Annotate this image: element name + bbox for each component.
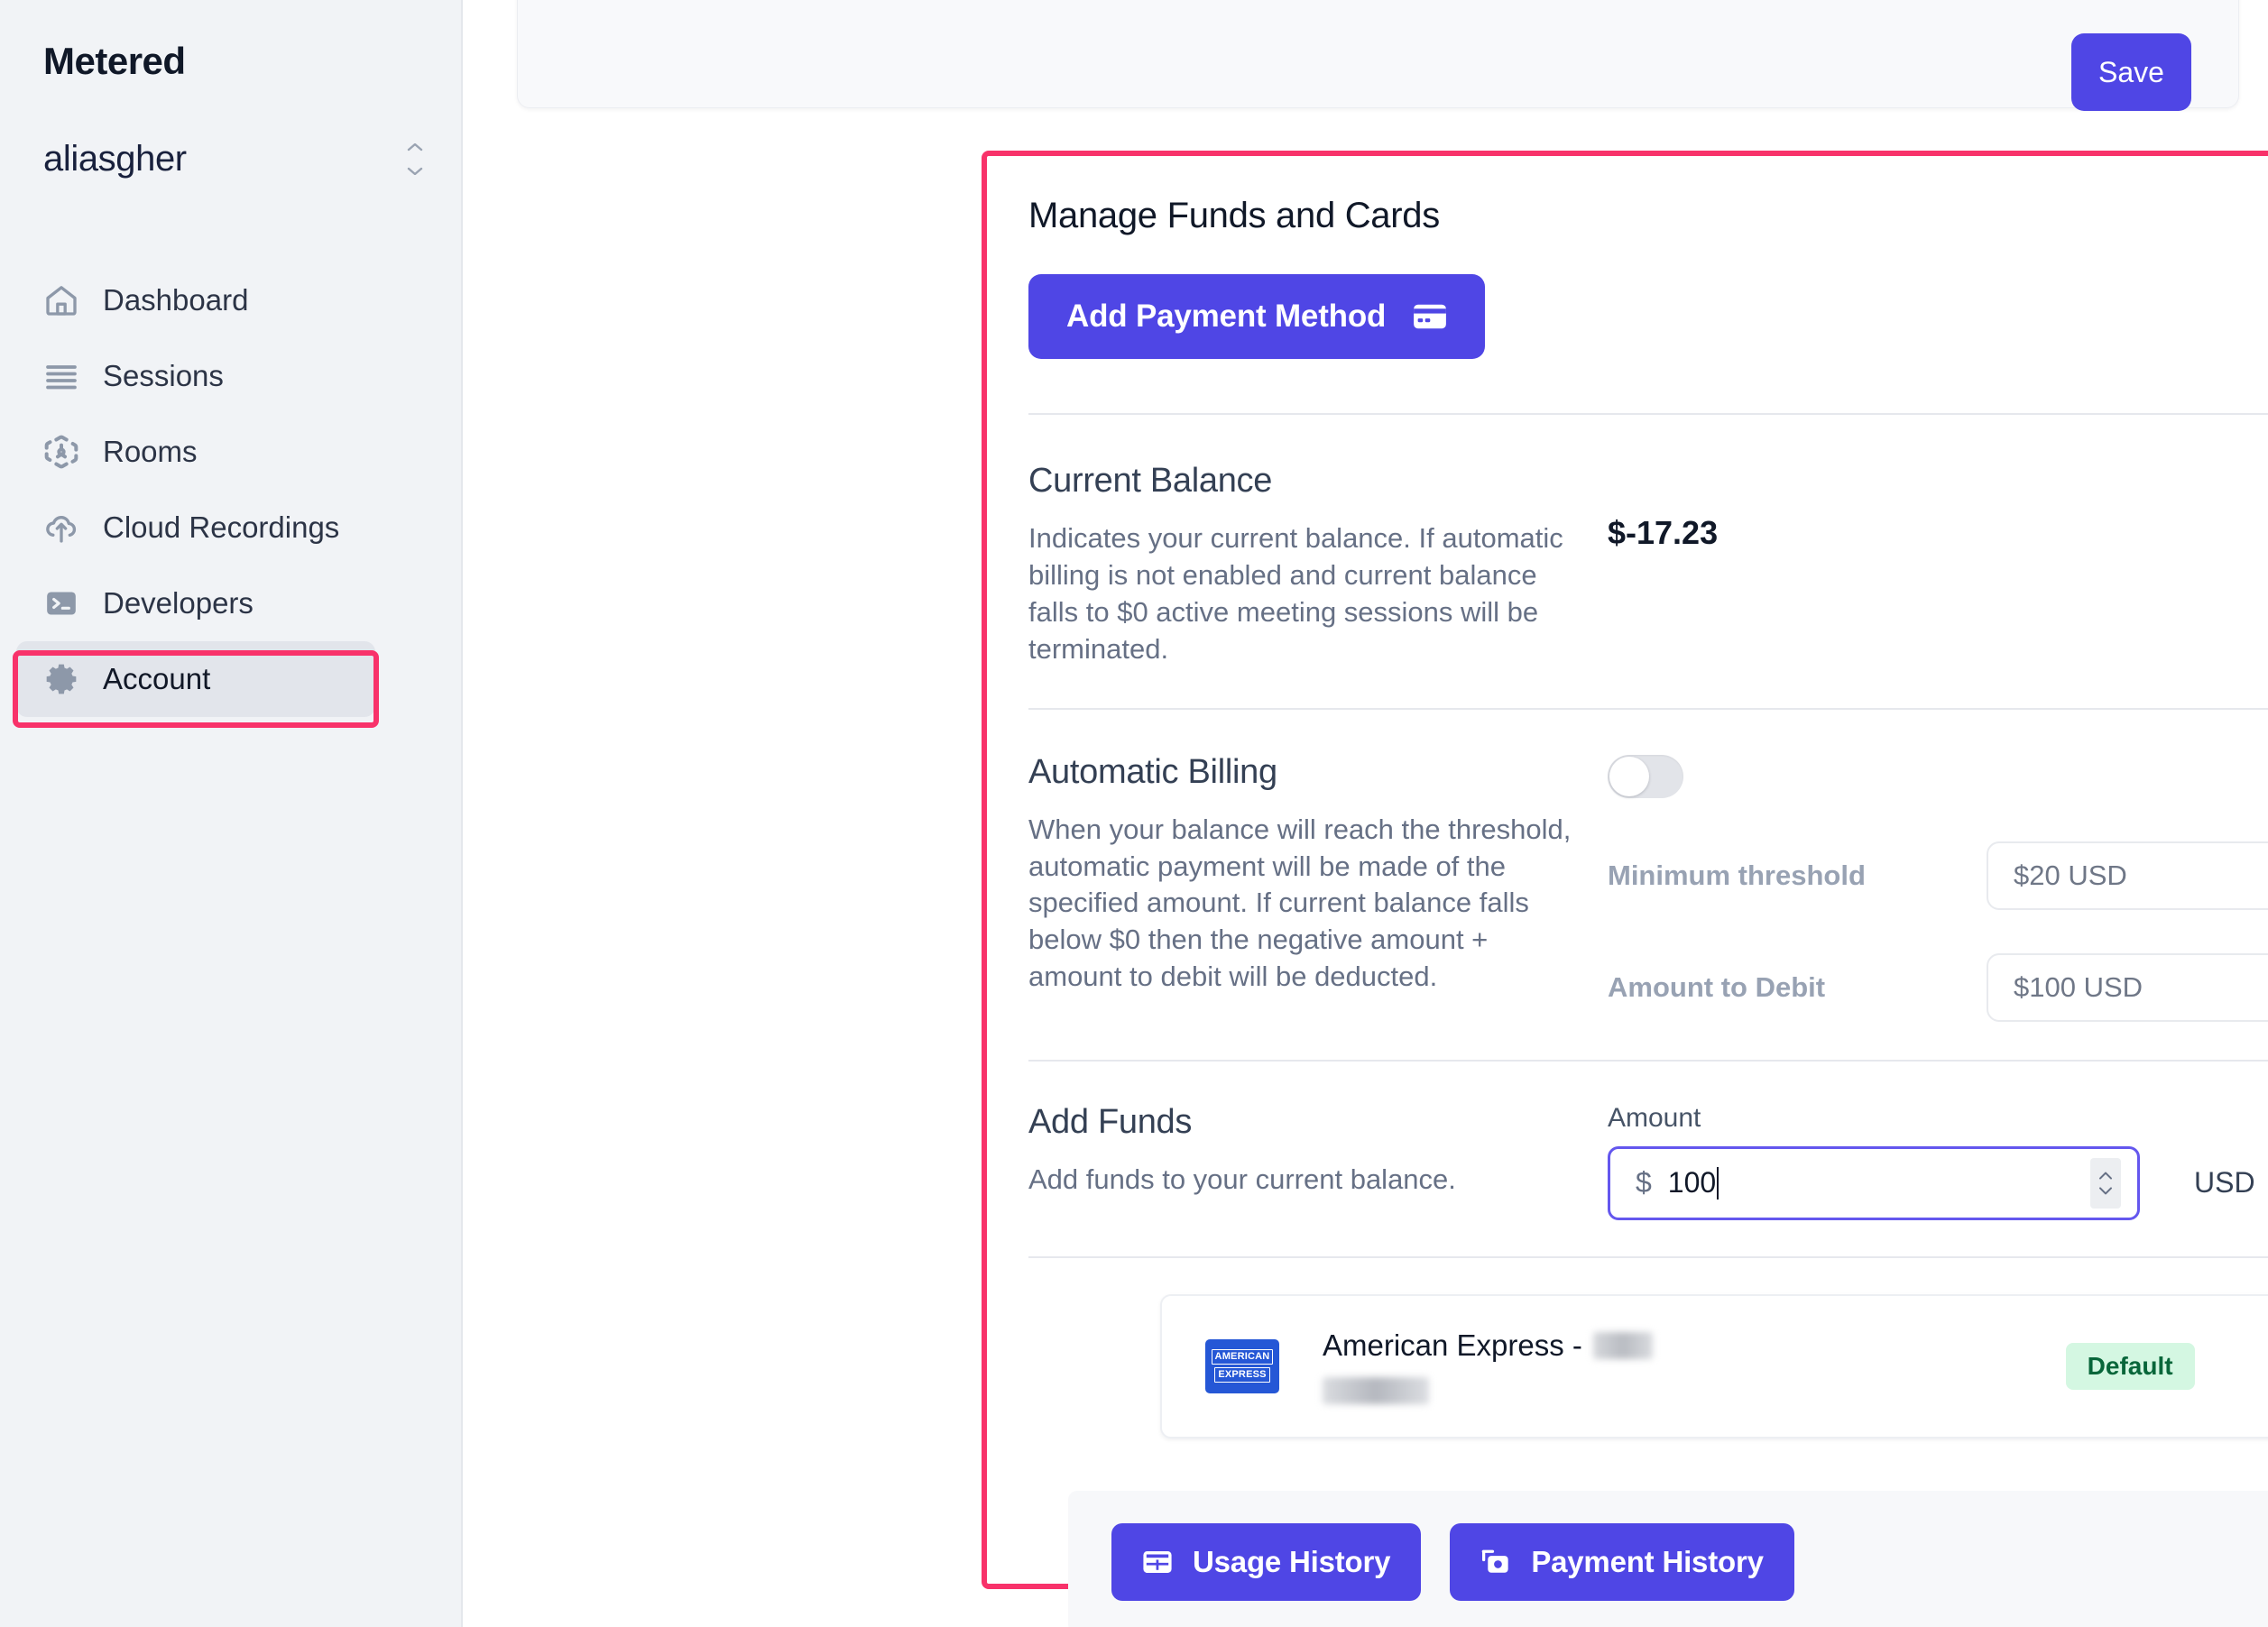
org-name: aliasgher	[43, 139, 187, 179]
history-actions-bar: Usage History Payment History	[1068, 1490, 2268, 1627]
list-icon	[41, 356, 81, 396]
save-button[interactable]: Save	[2071, 33, 2191, 111]
brand-title: Metered	[43, 40, 186, 82]
sidebar-item-label: Developers	[103, 586, 254, 620]
home-icon	[41, 280, 81, 320]
automatic-billing-section: Automatic Billing When your balance will…	[1028, 710, 2268, 1060]
amount-to-debit-select[interactable]: $100 USD	[1987, 952, 2268, 1022]
automatic-billing-heading: Automatic Billing	[1028, 752, 1277, 791]
current-balance-value: $-17.23	[1608, 514, 1719, 551]
table-grid-icon	[1142, 1549, 1173, 1576]
automatic-billing-toggle[interactable]	[1608, 754, 1683, 798]
amex-card-icon: AMERICAN EXPRESS	[1205, 1338, 1279, 1393]
usage-history-label: Usage History	[1193, 1544, 1391, 1578]
sidebar-item-label: Sessions	[103, 359, 224, 392]
sidebar-item-account[interactable]: Account	[16, 641, 375, 717]
currency-prefix: $	[1636, 1166, 1652, 1200]
app-root: Metered aliasgher Dashboard Sessions Roo…	[0, 0, 2268, 1627]
current-balance-heading: Current Balance	[1028, 462, 1273, 500]
page-title: Manage Funds and Cards	[1028, 196, 1440, 235]
sidebar-item-rooms[interactable]: Rooms	[16, 414, 375, 490]
gear-icon	[41, 659, 81, 699]
sidebar-item-dashboard[interactable]: Dashboard	[16, 262, 375, 338]
stacked-cards-icon	[1480, 1549, 1511, 1576]
redacted-card-expiry	[1323, 1376, 1429, 1404]
amount-to-debit-label: Amount to Debit	[1608, 970, 1826, 1003]
credit-card-icon	[1413, 304, 1447, 329]
minimum-threshold-select[interactable]: $20 USD	[1987, 841, 2268, 910]
sidebar-item-cloud-recordings[interactable]: Cloud Recordings	[16, 490, 375, 565]
sidebar-item-label: Rooms	[103, 435, 198, 468]
add-funds-heading: Add Funds	[1028, 1102, 1193, 1141]
minimum-threshold-value: $20 USD	[2014, 859, 2127, 891]
automatic-billing-description: When your balance will reach the thresho…	[1028, 813, 1572, 993]
main-content: Save Manage Funds and Cards Add Payment …	[463, 0, 2268, 1627]
top-settings-card: Save	[517, 0, 2239, 111]
amex-line-2: EXPRESS	[1214, 1367, 1270, 1383]
current-balance-description: Indicates your current balance. If autom…	[1028, 522, 1563, 665]
add-payment-method-button[interactable]: Add Payment Method	[1028, 274, 1486, 359]
payment-methods-list: AMERICAN EXPRESS American Express - Defa…	[1028, 1258, 2268, 1439]
amount-value: 100	[1667, 1166, 1717, 1200]
card-brand-name: American Express -	[1323, 1328, 1582, 1362]
status-badge: Default	[2065, 1342, 2195, 1390]
add-funds-section: Add Funds Add funds to your current bala…	[1028, 1062, 2268, 1256]
amount-label: Amount	[1608, 1102, 1701, 1133]
usage-history-button[interactable]: Usage History	[1111, 1522, 1422, 1601]
minimum-threshold-label: Minimum threshold	[1608, 859, 1866, 891]
amount-to-debit-value: $100 USD	[2014, 970, 2144, 1003]
sidebar-item-label: Dashboard	[103, 283, 249, 317]
list-item[interactable]: AMERICAN EXPRESS American Express - Defa…	[1160, 1293, 2268, 1439]
amount-to-debit-row: Amount to Debit $100 USD	[1608, 952, 2268, 1022]
add-funds-description: Add funds to your current balance.	[1028, 1163, 1456, 1195]
sidebar-item-label: Cloud Recordings	[103, 510, 340, 544]
current-balance-section: Current Balance Indicates your current b…	[1028, 415, 2268, 708]
org-switcher[interactable]: aliasgher	[43, 139, 427, 179]
chevron-updown-icon	[403, 143, 427, 175]
payment-history-label: Payment History	[1531, 1544, 1764, 1578]
text-caret	[1717, 1166, 1719, 1200]
add-payment-method-label: Add Payment Method	[1066, 299, 1387, 334]
terminal-icon	[41, 584, 81, 623]
quantity-stepper[interactable]	[2090, 1157, 2121, 1209]
sidebar-item-sessions[interactable]: Sessions	[16, 338, 375, 414]
payment-history-button[interactable]: Payment History	[1450, 1522, 1794, 1601]
currency-suffix: USD	[2194, 1166, 2255, 1200]
sidebar-item-developers[interactable]: Developers	[16, 565, 375, 641]
sidebar-item-label: Account	[103, 662, 211, 695]
sidebar-nav: Dashboard Sessions Rooms Cloud Recording…	[0, 262, 461, 717]
amex-line-1: AMERICAN	[1211, 1349, 1274, 1365]
redacted-card-number	[1592, 1331, 1653, 1359]
amount-input[interactable]: $ 100	[1608, 1145, 2140, 1220]
manage-funds-panel: Manage Funds and Cards Add Payment Metho…	[982, 151, 2268, 1627]
card-details: American Express -	[1323, 1328, 2066, 1404]
cloud-upload-icon	[41, 508, 81, 547]
toggle-knob	[1609, 756, 1649, 796]
minimum-threshold-row: Minimum threshold $20 USD	[1608, 841, 2268, 910]
rooms-network-icon	[41, 432, 81, 472]
sidebar: Metered aliasgher Dashboard Sessions Roo…	[0, 0, 463, 1627]
